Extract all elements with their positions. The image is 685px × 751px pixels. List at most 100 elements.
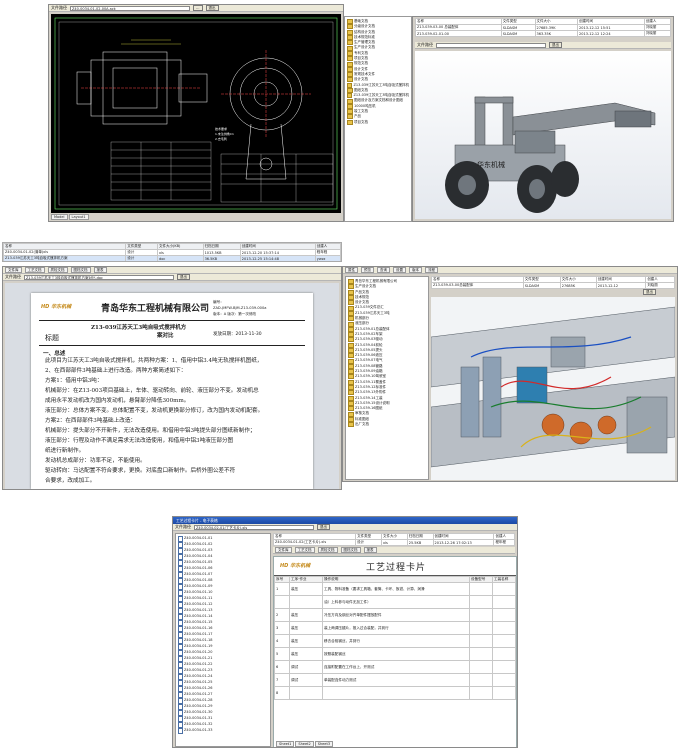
tab-workflow[interactable]: 流程	[425, 267, 438, 273]
sheet-tabs: Sheet1 Sheet2 Sheet3	[276, 741, 334, 747]
table-row[interactable]: Z13-039-02-01-00 SLDASM 363.35K 2013-12-…	[415, 30, 672, 37]
card-cell	[322, 686, 470, 700]
card-row[interactable]: 5 装压 按照装配钢丝	[274, 647, 516, 661]
folder-icon	[348, 363, 354, 369]
excel-file-table: 名称 文件类型 文件大小 归档日期 创建时间 创建人 Z40-0034-01-0…	[272, 533, 515, 546]
card-row[interactable]: 1 装压 工具、物料准备（要求工具箱、套筒、卡环、扳钳、计算、润滑	[274, 582, 516, 596]
tree-item-label: Z40-0034-01-06	[184, 566, 213, 571]
tab-process-docs[interactable]: 工艺文档	[24, 267, 45, 273]
card-cell: 单装配连件动力测试	[322, 673, 470, 687]
folder-icon	[348, 353, 354, 359]
card-row[interactable]: 4 装压 移去合相钢丝，并到行	[274, 634, 516, 648]
issue-date: 发放日期：2013-11-30	[213, 332, 262, 337]
card-cell: 装压	[289, 634, 323, 648]
card-cell	[492, 686, 516, 700]
folder-icon	[347, 82, 353, 88]
card-row[interactable]: 7 调试 单装配连件动力测试	[274, 673, 516, 687]
tree-item-label: Z40-0034-01-20	[184, 650, 213, 655]
svg-text:2.去毛刺: 2.去毛刺	[215, 136, 227, 141]
table-row[interactable]: Z40-0034-01-02(工艺卡片).xls 设计 xls 25.5KB 2…	[272, 539, 515, 546]
file-path-input[interactable]	[436, 42, 546, 48]
card-logo: HD 华东机械	[280, 563, 311, 569]
card-cell: 7	[274, 673, 290, 687]
tree-item-label: Z40-0034-01-32	[184, 722, 213, 727]
viewer-canvas[interactable]: 华东机械	[415, 51, 671, 219]
title-mark: 标题	[45, 334, 59, 342]
tab-model[interactable]: Model	[51, 214, 68, 220]
tab-sheet2[interactable]: Sheet2	[295, 741, 314, 747]
exit-button[interactable]: 退出	[177, 274, 190, 280]
exit-button[interactable]: 退出	[317, 524, 330, 530]
folder-icon	[348, 332, 354, 338]
tab-properties[interactable]: 属性	[345, 267, 358, 273]
tree-item-label: Z40-0034-01-33	[184, 728, 213, 733]
card-row[interactable]: 油）上料参与动件无加工件）	[274, 595, 516, 609]
doc-meta: 编号： ZAD-JMFW-BJM-Z13-039-000a 版本：A 版次：第一…	[213, 300, 267, 316]
tab-qc-docs[interactable]: 质检文档	[47, 267, 68, 273]
card-cell: 工具、物料准备（要求工具箱、套筒、卡环、扳钳、计算、润滑	[322, 582, 470, 596]
sheet-area[interactable]: HD 华东机械 工艺过程卡片 序号 工序·作业 操作说明 设备型号 工装名称 1…	[273, 556, 517, 747]
tree-item-label: Z40-0034-01-23	[184, 668, 213, 673]
file-path-label: 文件路径	[51, 5, 67, 10]
card-row[interactable]: 2 装压 冷压方向及钢丝对齐单配件摆放配件	[274, 608, 516, 622]
card-cell: 8	[274, 686, 290, 700]
file-path-input[interactable]: Z40-0034-02-01(工艺卡片).xls	[194, 524, 314, 530]
doc-paragraph-line: 成用永平发动机改为国内发动机，悬臂部分降低300mm。	[45, 398, 190, 404]
card-cell	[469, 582, 493, 596]
exit-button[interactable]: 退出	[643, 289, 656, 295]
card-cell: 1	[274, 582, 290, 596]
tab-layout1[interactable]: Layout1	[68, 214, 89, 220]
browse-button[interactable]: …	[193, 5, 203, 11]
table-row[interactable]: Z13-039-03-00总装配体 SLDASM 27685K 2013-12-…	[431, 282, 675, 289]
file-path-input[interactable]: Z13-039江苏天工3吨自吸式搅拌机方案对比.doc	[24, 274, 174, 280]
assembly-canvas[interactable]	[430, 297, 676, 480]
doc-paragraph-line: 发动机总成部分：功率不足，不能使用。	[45, 458, 146, 464]
tree-item-label: Z40-0034-01-10	[184, 590, 213, 595]
doc-viewport[interactable]: HD 华东机械 青岛华东工程机械有限公司 编号： ZAD-JMFW-BJM-Z1…	[5, 283, 339, 489]
doc-paragraph-line: 方案2：在西部部件3吨基础上改造：	[45, 418, 137, 424]
tab-drawing-docs[interactable]: 图档文档	[340, 547, 361, 553]
tab-drawing-docs[interactable]: 图档文档	[70, 267, 91, 273]
tree-item[interactable]: Z40-0034-01-33	[178, 728, 268, 734]
tab-search[interactable]: 查询	[377, 267, 390, 273]
card-cell: 油）上料参与动件无加工件）	[322, 595, 470, 609]
folder-icon	[347, 61, 353, 67]
tab-sheet3[interactable]: Sheet3	[314, 741, 334, 747]
tree-item-label: Z40-0034-01-27	[184, 692, 213, 697]
tab-process-docs[interactable]: 工艺文档	[294, 547, 315, 553]
tab-reports[interactable]: 报表	[93, 267, 107, 273]
tree-item-label: Z40-0034-01-01	[184, 536, 213, 541]
doc-title: Z13-039江苏天工3吨自吸式搅拌机方 案对比	[91, 325, 187, 339]
cad-canvas[interactable]: 技术要求 1.未注倒角C1 2.去毛刺	[51, 14, 341, 213]
tab-qc-docs[interactable]: 质检文档	[317, 547, 338, 553]
tab-reports[interactable]: 报表	[363, 547, 377, 553]
exit-button[interactable]: 退出	[205, 5, 219, 11]
folder-icon	[348, 358, 354, 364]
file-path-label: 文件路径	[175, 524, 191, 529]
tab-settings[interactable]: 设置	[393, 267, 406, 273]
tab-version[interactable]: 版本	[409, 267, 422, 273]
tab-file-library[interactable]: 文件库	[275, 547, 292, 553]
card-row[interactable]: 3 装压 装上两调压腿片，推入过合装配，并到行	[274, 621, 516, 635]
file-path-input[interactable]: Z40-0034-01-02-00A.ack	[70, 5, 190, 11]
tab-file-library[interactable]: 文件库	[5, 267, 22, 273]
folder-icon	[348, 411, 354, 417]
tree-item-label: Z40-0034-01-04	[184, 554, 213, 559]
tab-sheet1[interactable]: Sheet1	[276, 741, 295, 747]
card-cell	[289, 595, 323, 609]
card-cell: 调试	[289, 660, 323, 674]
doc-paragraph-line: 此项目为江苏天工3吨自吸式搅拌机，共两种方案：1、借用中铝3.4吨无轨搅拌机图纸…	[45, 358, 263, 364]
card-cell	[469, 660, 493, 674]
card-cell	[469, 608, 493, 622]
card-row[interactable]: 8	[274, 686, 516, 700]
doc-paragraph-line: 液压部分：总体方案不变。总体配置不变，发动机更换部分修订，改为国内发动机配套。	[45, 408, 264, 414]
tab-preview[interactable]: 预览	[361, 267, 374, 273]
card-row[interactable]: 6 调试 连接附配置在工作台上，开测试	[274, 660, 516, 674]
tree-item[interactable]: 项目文档	[347, 120, 409, 125]
folder-icon	[347, 56, 353, 62]
exit-button[interactable]: 退出	[549, 42, 562, 48]
tree-item-label: Z40-0034-01-11	[184, 596, 213, 601]
tree-item[interactable]: 出厂文档	[348, 422, 426, 428]
doc-page: HD 华东机械 青岛华东工程机械有限公司 编号： ZAD-JMFW-BJM-Z1…	[31, 293, 313, 489]
table-row[interactable]: Z13-039江苏天工3吨自吸式搅拌机方案 设计 doc 36.5KB 2013…	[3, 255, 341, 261]
